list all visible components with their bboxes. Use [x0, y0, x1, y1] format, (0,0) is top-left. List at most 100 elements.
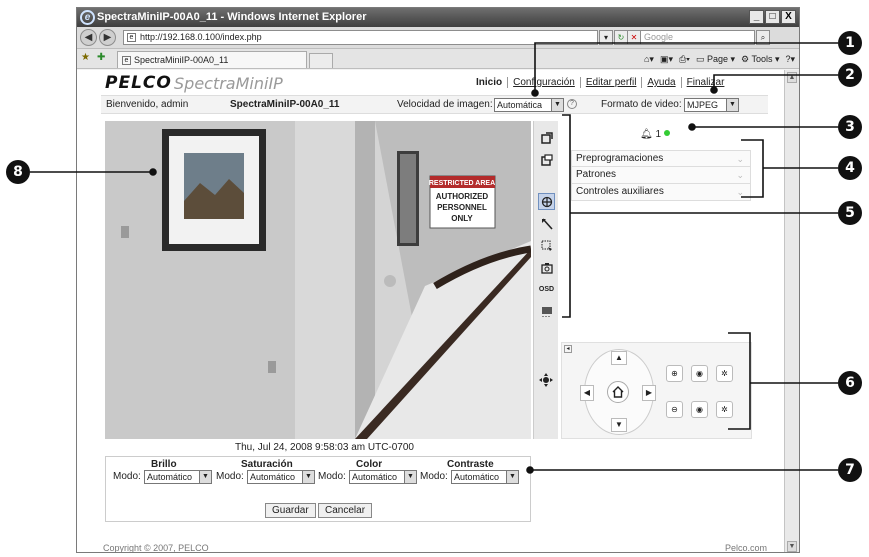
print-icon[interactable]: ⎙▾ — [679, 52, 690, 66]
ptz-control-panel: ◂ ▲ ▼ ◀ ▶ ⊕ ◉ ✲ ⊖ ◉ ✲ — [561, 342, 752, 439]
brightness-title: Brillo — [151, 459, 177, 470]
copyright-text: Copyright © 2007, PELCO — [103, 543, 209, 553]
close-button[interactable]: X — [781, 10, 796, 24]
maximize-button[interactable]: □ — [765, 10, 780, 24]
accordion-patterns[interactable]: Patrones ⌄ — [571, 167, 751, 184]
search-icon[interactable]: ⌕ — [756, 30, 770, 45]
callout-2: 2 — [838, 63, 862, 87]
collapse-icon[interactable]: ◂ — [564, 345, 572, 353]
vertical-scrollbar[interactable]: ▲ ▼ — [784, 70, 799, 552]
window-title: SpectraMiniIP-00A0_11 - Windows Internet… — [97, 11, 367, 23]
tools-menu[interactable]: ⚙ Tools ▾ — [741, 52, 779, 66]
ptz-home-button[interactable] — [607, 381, 629, 403]
snapshot-icon[interactable] — [538, 259, 555, 276]
accordion-patterns-label: Patrones — [576, 169, 617, 180]
window-icon[interactable] — [538, 151, 555, 168]
browser-tab[interactable]: e SpectraMiniIP-00A0_11 — [117, 51, 307, 68]
format-label: Formato de video: — [601, 99, 682, 110]
color-mode-select[interactable]: Automático ▼ — [349, 470, 417, 484]
saturation-mode-select[interactable]: Automático ▼ — [247, 470, 315, 484]
chevron-down-icon: ▼ — [506, 471, 518, 483]
nav-editar-perfil[interactable]: Editar perfil — [579, 77, 642, 88]
new-tab-button[interactable] — [309, 53, 333, 68]
tilt-up-button[interactable]: ▲ — [611, 351, 627, 365]
chevron-down-icon: ▼ — [404, 471, 416, 483]
tab-label: SpectraMiniIP-00A0_11 — [134, 55, 229, 65]
frame-rate-select[interactable]: Automática ▼ — [494, 98, 564, 112]
add-favorite-icon[interactable]: ✚ — [97, 52, 105, 63]
sign-line-2: AUTHORIZED — [436, 192, 489, 201]
home-icon[interactable]: ⌂▾ — [644, 52, 654, 66]
ptz-target-icon[interactable] — [538, 193, 555, 210]
scroll-down-icon[interactable]: ▼ — [787, 541, 797, 552]
chevron-down-icon: ⌄ — [736, 170, 744, 180]
iris-close-button[interactable]: ✲ — [716, 401, 733, 418]
callout-3: 3 — [838, 115, 862, 139]
wand-icon[interactable] — [538, 215, 555, 232]
callout-8: 8 — [6, 160, 30, 184]
alarm-indicator[interactable]: 🔔︎ 1 — [640, 129, 671, 140]
video-toolbar: OSD — [533, 121, 558, 439]
accordion-aux-controls[interactable]: Controles auxiliares ⌄ — [571, 184, 751, 201]
refresh-icon[interactable]: ↻ — [614, 30, 628, 45]
cancel-button[interactable]: Cancelar — [318, 503, 373, 518]
callout-5: 5 — [838, 201, 862, 225]
help-icon[interactable]: ? — [567, 99, 577, 109]
contrast-mode-label: Modo: — [420, 471, 448, 482]
osd-button[interactable]: OSD — [538, 281, 555, 298]
bell-icon: 🔔︎ — [640, 129, 653, 140]
status-dot — [664, 130, 671, 136]
page-menu[interactable]: ▭ Page ▾ — [696, 52, 735, 66]
url-field[interactable]: e http://192.168.0.100/index.php — [123, 30, 598, 45]
video-format-value: MJPEG — [687, 100, 719, 110]
chevron-down-icon: ▼ — [551, 99, 563, 111]
color-mode-value: Automático — [352, 472, 398, 482]
area-select-icon[interactable] — [538, 237, 555, 254]
tilt-down-button[interactable]: ▼ — [611, 418, 627, 432]
url-text: http://192.168.0.100/index.php — [140, 32, 262, 42]
pelco-link[interactable]: Pelco.com — [725, 543, 767, 552]
image-settings-panel: Brillo Saturación Color Contraste Modo: … — [105, 456, 531, 522]
nav-ayuda[interactable]: Ayuda — [641, 77, 680, 88]
callout-1: 1 — [838, 31, 862, 55]
nav-finalizar[interactable]: Finalizar — [680, 77, 730, 88]
zoom-in-button[interactable]: ⊕ — [666, 365, 683, 382]
address-bar: ◀ ▶ e http://192.168.0.100/index.php ▾ ↻… — [77, 27, 799, 49]
pan-right-button[interactable]: ▶ — [642, 385, 656, 401]
ptz-toggle-icon[interactable] — [539, 373, 553, 390]
brightness-mode-value: Automático — [147, 472, 193, 482]
video-format-select[interactable]: MJPEG ▼ — [684, 98, 739, 112]
scroll-up-icon[interactable]: ▲ — [787, 72, 797, 83]
info-bar: Bienvenido, admin SpectraMiniIP-00A0_11 … — [101, 95, 768, 114]
save-button[interactable]: Guardar — [265, 503, 316, 518]
help-menu-icon[interactable]: ?▾ — [785, 52, 795, 66]
forward-button[interactable]: ▶ — [99, 29, 116, 46]
brightness-mode-select[interactable]: Automático ▼ — [144, 470, 212, 484]
zoom-out-button[interactable]: ⊖ — [666, 401, 683, 418]
feeds-icon[interactable]: ▣▾ — [660, 52, 673, 66]
minimize-button[interactable]: _ — [749, 10, 764, 24]
gridlines-icon[interactable] — [538, 303, 555, 320]
tab-page-icon: e — [122, 56, 131, 65]
control-accordion: Preprogramaciones ⌄ Patrones ⌄ Controles a… — [571, 150, 751, 201]
stop-icon[interactable]: ✕ — [627, 30, 641, 45]
url-dropdown-button[interactable]: ▾ — [599, 30, 613, 45]
contrast-title: Contraste — [447, 459, 494, 470]
video-feed[interactable]: RESTRICTED AREA AUTHORIZED PERSONNEL ONL… — [105, 121, 531, 439]
saturation-title: Saturación — [241, 459, 293, 470]
video-frame: RESTRICTED AREA AUTHORIZED PERSONNEL ONL… — [105, 121, 531, 439]
pan-left-button[interactable]: ◀ — [580, 385, 594, 401]
focus-far-button[interactable]: ◉ — [691, 401, 708, 418]
back-button[interactable]: ◀ — [80, 29, 97, 46]
focus-near-button[interactable]: ◉ — [691, 365, 708, 382]
search-input[interactable]: Google — [640, 30, 755, 45]
popout-icon[interactable] — [538, 129, 555, 146]
contrast-mode-select[interactable]: Automático ▼ — [451, 470, 519, 484]
accordion-presets[interactable]: Preprogramaciones ⌄ — [571, 150, 751, 167]
favorites-star-icon[interactable]: ★ — [81, 52, 90, 63]
color-title: Color — [356, 459, 383, 470]
video-timestamp: Thu, Jul 24, 2008 9:58:03 am UTC-0700 — [235, 442, 414, 453]
nav-configuracion[interactable]: Configuración — [507, 77, 580, 88]
nav-inicio[interactable]: Inicio — [471, 77, 507, 88]
iris-open-button[interactable]: ✲ — [716, 365, 733, 382]
